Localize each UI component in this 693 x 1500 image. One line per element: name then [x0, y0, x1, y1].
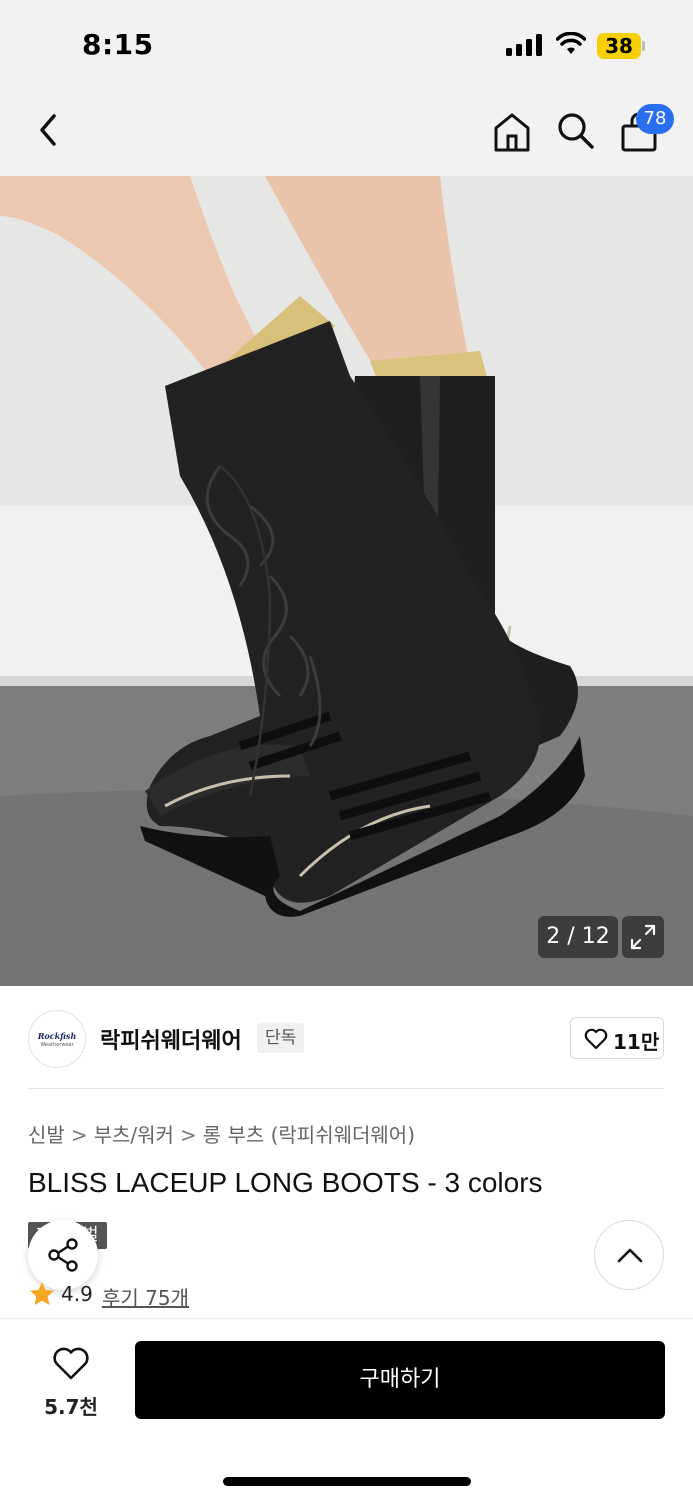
chevron-right-icon: >	[70, 1123, 88, 1147]
product-image[interactable]	[0, 176, 693, 986]
brand-logo-text: Rockfish	[37, 1031, 77, 1041]
home-indicator	[223, 1477, 471, 1486]
brand-row: Rockfish Weatherwear 락피쉬웨더웨어 단독 11만	[0, 1006, 693, 1072]
scroll-to-top-button[interactable]	[594, 1220, 664, 1290]
exclusive-badge: 단독	[257, 1023, 305, 1053]
wishlist-count: 5.7천	[44, 1395, 98, 1419]
battery-level: 38	[605, 34, 633, 58]
brand-name[interactable]: 락피쉬웨더웨어	[100, 1023, 242, 1055]
star-icon	[30, 1282, 54, 1305]
rating-value: 4.9	[61, 1282, 93, 1306]
share-icon	[48, 1238, 78, 1272]
status-bar: 8:15 38	[0, 0, 693, 88]
product-photo-boots	[0, 176, 693, 986]
breadcrumb-item-boots[interactable]: 부츠/워커	[94, 1119, 174, 1148]
battery-icon: 38	[597, 33, 645, 59]
cart-count-badge: 78	[636, 104, 674, 134]
breadcrumb-item-long-boots[interactable]: 롱 부츠 (락피쉬웨더웨어)	[203, 1119, 415, 1148]
expand-image-button[interactable]	[622, 916, 664, 958]
breadcrumb-item-shoes[interactable]: 신발	[28, 1119, 65, 1148]
buy-button[interactable]: 구매하기	[135, 1341, 665, 1419]
heart-icon	[53, 1347, 89, 1380]
brand-like-count: 11만	[613, 1030, 660, 1054]
wishlist-button[interactable]: 5.7천	[30, 1343, 112, 1423]
home-icon[interactable]	[490, 110, 534, 154]
expand-icon	[630, 924, 656, 950]
heart-icon	[584, 1028, 608, 1050]
chevron-right-icon: >	[179, 1123, 197, 1147]
brand-logo-subtext: Weatherwear	[40, 1042, 74, 1048]
breadcrumb: 신발 > 부츠/워커 > 롱 부츠 (락피쉬웨더웨어)	[28, 1119, 415, 1148]
review-count-link[interactable]: 후기 75개	[102, 1282, 189, 1311]
status-time: 8:15	[82, 28, 154, 61]
chevron-up-icon	[617, 1248, 643, 1263]
cellular-signal-icon	[506, 34, 542, 56]
divider	[28, 1088, 664, 1089]
back-arrow-icon[interactable]	[32, 110, 68, 150]
top-navigation-bar	[0, 88, 693, 176]
image-counter: 2 / 12	[538, 916, 618, 958]
search-icon[interactable]	[555, 110, 597, 152]
brand-logo[interactable]: Rockfish Weatherwear	[28, 1010, 86, 1068]
bottom-action-bar: 5.7천 구매하기	[0, 1318, 693, 1500]
brand-like-button[interactable]: 11만	[570, 1017, 664, 1059]
product-title: BLISS LACEUP LONG BOOTS - 3 colors	[28, 1167, 543, 1198]
wifi-icon	[556, 32, 586, 54]
